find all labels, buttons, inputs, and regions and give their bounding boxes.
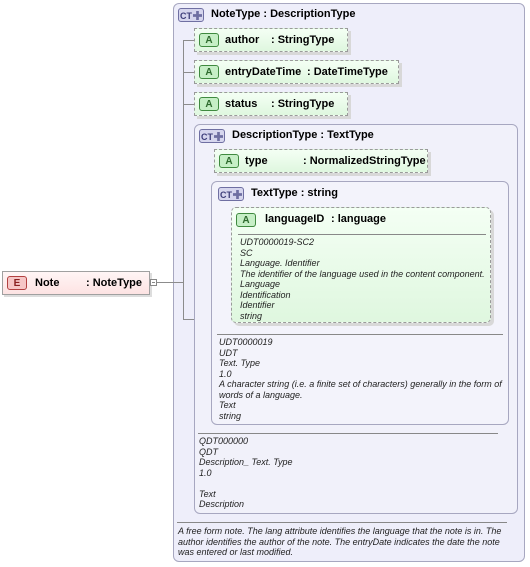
element-type: : NoteType [86, 277, 143, 289]
attribute-name: status [225, 98, 258, 110]
attribute-type: : StringType [271, 34, 335, 46]
attribute-icon: A [199, 65, 219, 79]
attribute-type: : NormalizedStringType [303, 155, 426, 167]
attribute-icon: A [199, 97, 219, 111]
element-name: Note [35, 277, 60, 289]
element-note[interactable]: E Note : NoteType [2, 271, 150, 295]
separator [177, 522, 507, 523]
attribute-type: : language [331, 213, 387, 225]
connector-line [183, 72, 194, 73]
connector-line [157, 282, 184, 283]
attribute-type: : DateTimeType [307, 66, 388, 78]
texttype-documentation: UDT0000019 UDT Text. Type 1.0 A characte… [219, 337, 502, 421]
attribute-type: : StringType [271, 98, 335, 110]
complex-type-icon: CT [178, 8, 204, 22]
descriptiontype-title: DescriptionType : TextType [232, 129, 374, 141]
separator [238, 234, 486, 235]
attribute-type[interactable]: A type : NormalizedStringType [214, 149, 428, 173]
connector-line [183, 40, 184, 320]
separator [198, 433, 498, 434]
complex-type-icon: CT [199, 129, 225, 143]
attribute-name: author [225, 34, 260, 46]
attribute-name: type [245, 155, 268, 167]
texttype-title: TextType : string [251, 187, 338, 199]
attribute-name: entryDateTime [225, 66, 302, 78]
notetype-documentation: A free form note. The lang attribute ide… [178, 526, 502, 557]
attribute-icon: A [219, 154, 239, 168]
attribute-name: languageID [265, 213, 325, 225]
attribute-languageid[interactable]: A languageID : language UDT0000019-SC2 S… [231, 207, 491, 323]
attribute-entrydatetime[interactable]: A entryDateTime : DateTimeType [194, 60, 399, 84]
connector-line [183, 40, 194, 41]
separator [217, 334, 503, 335]
attribute-status[interactable]: A status : StringType [194, 92, 348, 116]
connector-line [183, 104, 194, 105]
attribute-icon: A [199, 33, 219, 47]
attribute-icon: A [236, 213, 256, 227]
complex-type-icon: CT [218, 187, 244, 201]
attribute-author[interactable]: A author : StringType [194, 28, 348, 52]
element-icon: E [7, 276, 27, 290]
descriptiontype-documentation: QDT000000 QDT Description_ Text. Type 1.… [199, 436, 293, 509]
attribute-documentation: UDT0000019-SC2 SC Language. Identifier T… [240, 237, 485, 321]
notetype-title: NoteType : DescriptionType [211, 8, 356, 20]
collapse-toggle-icon[interactable] [150, 279, 157, 286]
